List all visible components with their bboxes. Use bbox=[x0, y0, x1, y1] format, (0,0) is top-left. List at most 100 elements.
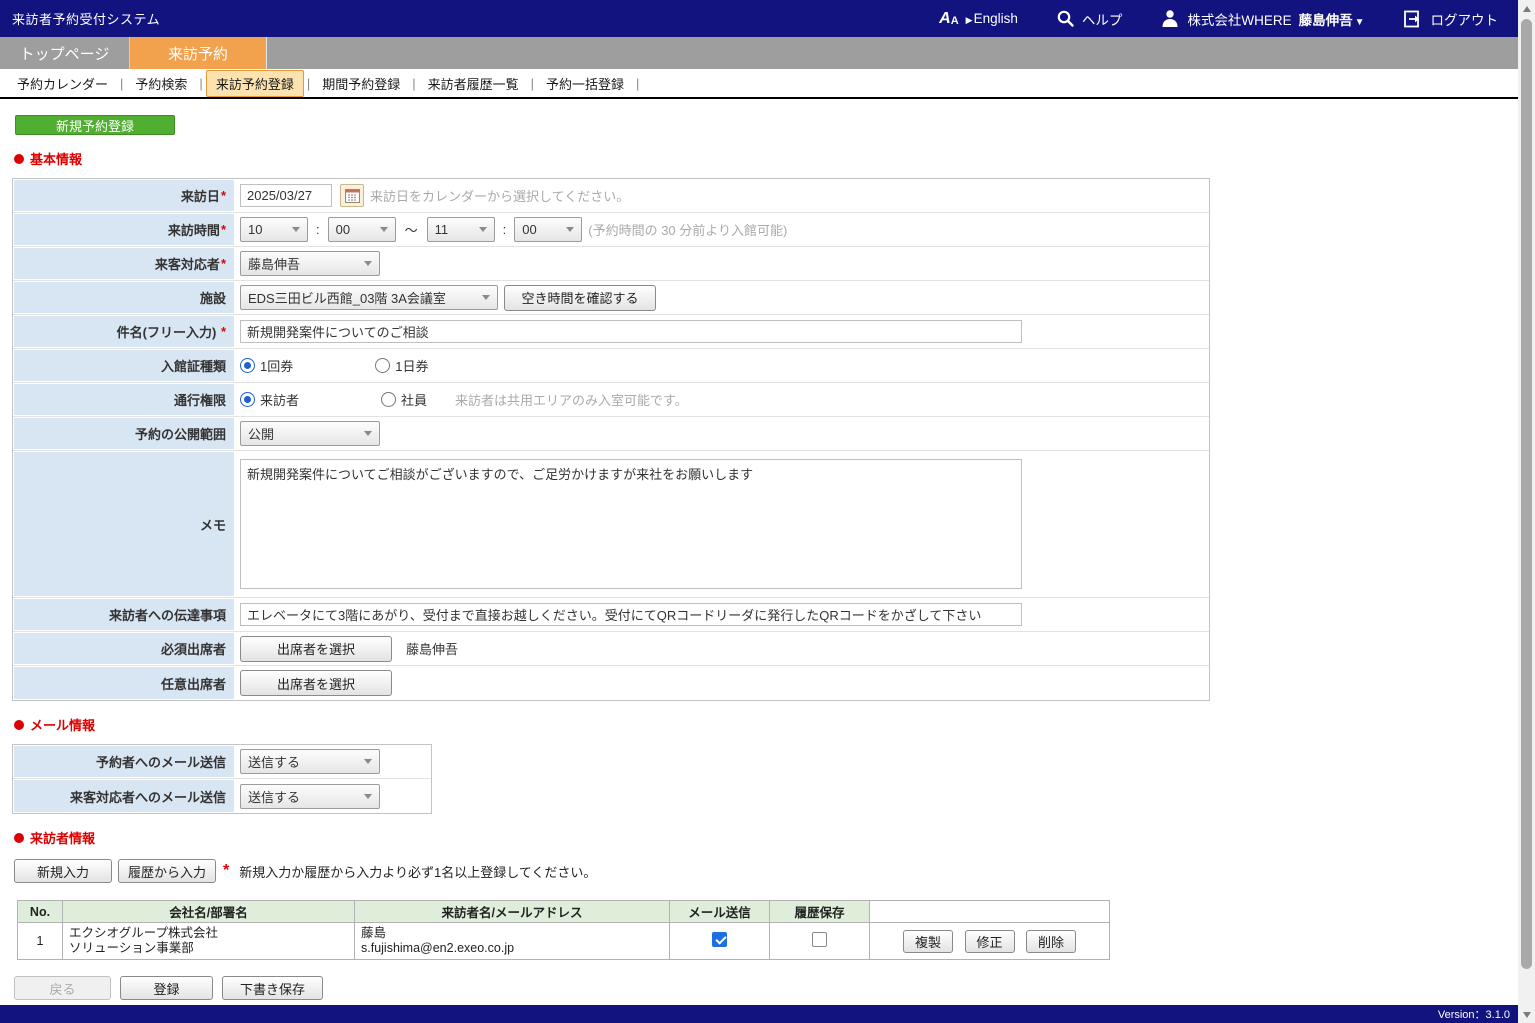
mail-to-reserver-select[interactable]: 送信する bbox=[240, 749, 380, 774]
visitor-entry-actions: 新規入力 履歴から入力 * 新規入力か履歴から入力より必ず1名以上登録してくださ… bbox=[14, 859, 1518, 883]
radio-checked-icon bbox=[240, 392, 255, 407]
check-availability-button[interactable]: 空き時間を確認する bbox=[504, 285, 656, 311]
scrollbar-up-arrow[interactable] bbox=[1518, 0, 1535, 17]
visit-date-label: 来訪日 bbox=[181, 186, 220, 205]
user-name: 藤島伸吾▼ bbox=[1299, 9, 1365, 29]
mail-to-attendant-select[interactable]: 送信する bbox=[240, 784, 380, 809]
visitor-info-section-header: 来訪者情報 bbox=[14, 828, 1518, 847]
language-switch[interactable]: AA ▶English bbox=[939, 11, 1018, 27]
required-attendees-value: 藤島伸吾 bbox=[406, 639, 458, 658]
history-save-checkbox[interactable] bbox=[812, 932, 827, 947]
mail-info-section-header: メール情報 bbox=[14, 715, 1518, 734]
submenu-visitor-history-list[interactable]: 来訪者履歴一覧 bbox=[419, 71, 528, 96]
select-arrow-icon bbox=[566, 227, 574, 232]
required-attendees-label: 必須出席者 bbox=[161, 639, 226, 658]
submenu-reservation-bulk-register[interactable]: 予約一括登録 bbox=[537, 71, 633, 96]
start-hour-select[interactable]: 10 bbox=[240, 217, 308, 242]
account-menu[interactable]: 株式会社WHERE 藤島伸吾▼ bbox=[1160, 8, 1364, 29]
facility-label: 施設 bbox=[200, 288, 226, 307]
calendar-button[interactable] bbox=[340, 184, 364, 207]
tab-visit-reservation[interactable]: 来訪予約 bbox=[130, 37, 267, 69]
tab-top-page[interactable]: トップページ bbox=[0, 37, 130, 69]
top-navigation-bar: 来訪者予約受付システム AA ▶English ヘルプ 株式会社WHERE 藤島… bbox=[0, 0, 1518, 37]
entry-from-history-button[interactable]: 履歴から入力 bbox=[118, 859, 216, 883]
attendant-row: 来客対応者* 藤島伸吾 bbox=[13, 247, 1209, 281]
visit-date-input[interactable] bbox=[240, 184, 332, 207]
delete-row-button[interactable]: 削除 bbox=[1026, 930, 1076, 953]
scrollbar-down-arrow[interactable] bbox=[1518, 1006, 1535, 1023]
back-button: 戻る bbox=[14, 976, 111, 1000]
font-size-icon: AA bbox=[939, 11, 959, 27]
topbar-actions: AA ▶English ヘルプ 株式会社WHERE 藤島伸吾▼ ログアウト bbox=[939, 8, 1498, 29]
col-history-save-header: 履歴保存 bbox=[770, 901, 870, 923]
triangle-down-icon bbox=[1523, 1012, 1531, 1018]
memo-row: メモ 新規開発案件についてご相談がございますので、ご足労かけますが来社をお願いし… bbox=[13, 451, 1209, 598]
new-entry-button[interactable]: 新規入力 bbox=[14, 859, 112, 883]
vertical-scrollbar[interactable] bbox=[1518, 0, 1535, 1023]
visitor-message-label: 来訪者への伝達事項 bbox=[109, 605, 226, 624]
submenu-reservation-search[interactable]: 予約検索 bbox=[126, 71, 196, 96]
select-arrow-icon bbox=[364, 431, 372, 436]
attendant-select[interactable]: 藤島伸吾 bbox=[240, 251, 380, 276]
facility-select[interactable]: EDS三田ビル西館_03階 3A会議室 bbox=[240, 285, 498, 310]
mail-to-attendant-label: 来客対応者へのメール送信 bbox=[70, 787, 226, 806]
triangle-up-icon bbox=[1523, 6, 1531, 12]
memo-textarea[interactable]: 新規開発案件についてご相談がございますので、ご足労かけますが来社をお願いします bbox=[240, 459, 1022, 589]
visit-date-row: 来訪日* 来訪日をカレンダーから選択してください。 bbox=[13, 179, 1209, 213]
submenu-visit-reservation-register[interactable]: 来訪予約登録 bbox=[206, 70, 304, 97]
submenu-divider: | bbox=[531, 76, 534, 91]
required-mark: * bbox=[221, 324, 226, 339]
logout-icon bbox=[1403, 9, 1424, 29]
chevron-down-icon: ▼ bbox=[1355, 17, 1365, 28]
access-option-visitor[interactable]: 来訪者 bbox=[240, 390, 299, 409]
register-button[interactable]: 登録 bbox=[120, 976, 213, 1000]
access-option-employee[interactable]: 社員 bbox=[381, 390, 427, 409]
version-label: Version：3.1.0 bbox=[1438, 1006, 1510, 1022]
visitor-message-row: 来訪者への伝達事項 bbox=[13, 598, 1209, 632]
pass-type-label: 入館証種類 bbox=[161, 356, 226, 375]
logout-button[interactable]: ログアウト bbox=[1403, 9, 1499, 29]
required-attendees-row: 必須出席者 出席者を選択 藤島伸吾 bbox=[13, 632, 1209, 666]
select-required-attendees-button[interactable]: 出席者を選択 bbox=[240, 636, 392, 662]
visitor-entry-note: 新規入力か履歴から入力より必ず1名以上登録してください。 bbox=[239, 862, 596, 881]
calendar-icon bbox=[345, 188, 360, 203]
company-name: 株式会社WHERE bbox=[1187, 9, 1291, 29]
select-arrow-icon bbox=[364, 261, 372, 266]
subject-input[interactable] bbox=[240, 320, 1022, 343]
mail-to-reserver-row: 予約者へのメール送信 送信する bbox=[13, 745, 431, 779]
footer-bar: Version：3.1.0 bbox=[0, 1005, 1518, 1023]
play-icon: ▶ bbox=[966, 15, 973, 25]
visitors-table-header: No. 会社名/部署名 来訪者名/メールアドレス メール送信 履歴保存 bbox=[18, 901, 1110, 923]
scrollbar-thumb[interactable] bbox=[1521, 19, 1532, 969]
submenu-divider: | bbox=[307, 76, 310, 91]
save-draft-button[interactable]: 下書き保存 bbox=[222, 976, 323, 1000]
radio-icon bbox=[375, 358, 390, 373]
required-mark: * bbox=[223, 862, 229, 880]
submenu-period-reservation-register[interactable]: 期間予約登録 bbox=[313, 71, 409, 96]
visibility-select[interactable]: 公開 bbox=[240, 421, 380, 446]
select-arrow-icon bbox=[479, 227, 487, 232]
end-hour-select[interactable]: 11 bbox=[427, 217, 495, 242]
start-minute-select[interactable]: 00 bbox=[328, 217, 396, 242]
mail-to-reserver-label: 予約者へのメール送信 bbox=[96, 752, 226, 771]
mail-info-table: 予約者へのメール送信 送信する 来客対応者へのメール送信 送信する bbox=[12, 744, 432, 814]
col-actions-header bbox=[870, 901, 1110, 923]
pass-type-option-single[interactable]: 1回券 bbox=[240, 356, 293, 375]
duplicate-row-button[interactable]: 複製 bbox=[903, 930, 953, 953]
visitor-message-input[interactable] bbox=[240, 603, 1022, 626]
visit-time-hint: (予約時間の 30 分前より入館可能) bbox=[588, 220, 787, 239]
pass-type-option-day[interactable]: 1日券 bbox=[375, 356, 428, 375]
required-mark: * bbox=[221, 256, 226, 271]
visitor-reservation-page: 来訪者予約受付システム AA ▶English ヘルプ 株式会社WHERE 藤島… bbox=[0, 0, 1535, 1023]
select-optional-attendees-button[interactable]: 出席者を選択 bbox=[240, 670, 392, 696]
primary-tab-bar: トップページ 来訪予約 bbox=[0, 37, 1518, 69]
section-bullet-icon bbox=[14, 720, 24, 730]
end-minute-select[interactable]: 00 bbox=[514, 217, 582, 242]
basic-info-table: 来訪日* 来訪日をカレンダーから選択してください。 来訪時間* 10 : 00 … bbox=[12, 178, 1210, 701]
mail-send-checkbox[interactable] bbox=[712, 932, 727, 947]
submenu-reservation-calendar[interactable]: 予約カレンダー bbox=[8, 71, 117, 96]
help-link[interactable]: ヘルプ bbox=[1056, 9, 1123, 29]
secondary-menu: 予約カレンダー | 予約検索 | 来訪予約登録 | 期間予約登録 | 来訪者履歴… bbox=[0, 69, 1518, 99]
submenu-divider: | bbox=[636, 76, 639, 91]
edit-row-button[interactable]: 修正 bbox=[965, 930, 1015, 953]
